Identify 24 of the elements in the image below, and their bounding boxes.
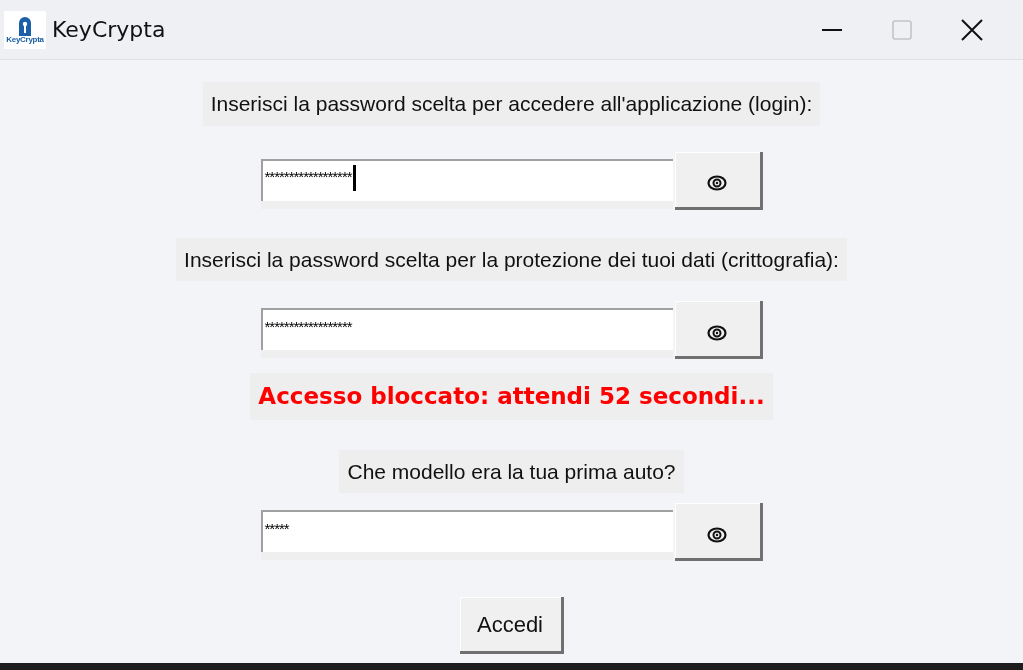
prompt-label: Che modello era la tua prima auto? (339, 449, 684, 493)
masked-value: ***** (264, 518, 289, 539)
text-cursor (352, 164, 356, 191)
window-title: KeyCrypta (52, 16, 166, 44)
login-button[interactable]: Accedi (459, 597, 564, 654)
eye-icon (707, 324, 727, 341)
keyhole-icon (18, 15, 32, 36)
maximize-icon (892, 19, 912, 40)
logo-text: KeyCrypta (6, 35, 44, 44)
show-password-button[interactable] (674, 301, 763, 359)
close-icon (961, 18, 983, 41)
password-field[interactable]: ****************** (260, 158, 673, 201)
show-password-button[interactable] (674, 151, 763, 210)
eye-icon (707, 526, 727, 543)
prompt-label: Inserisci la password scelta per accedere all'applicazione (login): (202, 82, 821, 126)
prompt-label: Inserisci la password scelta per la protezione dei tuoi dati (crittografia): (176, 237, 847, 281)
password-field[interactable]: ****************** (260, 308, 673, 350)
masked-value: ****************** (264, 316, 352, 337)
masked-value: ****************** (264, 167, 352, 188)
minimize-icon (822, 28, 842, 31)
eye-icon (707, 175, 727, 191)
error-message: Accesso bloccato: attendi 52 secondi... (250, 373, 773, 420)
password-field[interactable]: ***** (260, 510, 673, 552)
show-password-button[interactable] (674, 503, 763, 561)
